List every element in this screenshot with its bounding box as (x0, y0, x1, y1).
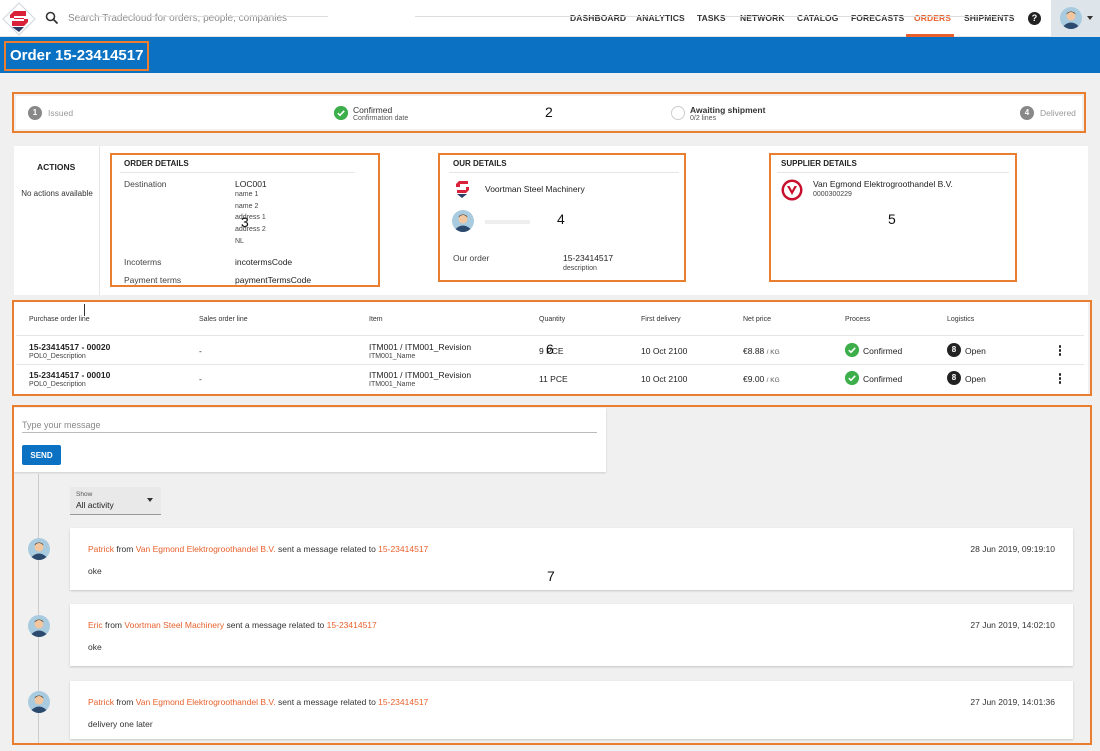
search-icon[interactable] (45, 11, 59, 25)
profile-menu[interactable] (1051, 0, 1100, 37)
nav-analytics[interactable]: ANALYTICS (636, 13, 685, 23)
nav-network[interactable]: NETWORK (740, 13, 785, 23)
chevron-down-icon[interactable] (1087, 16, 1093, 20)
page-title: Order 15-23414517 (4, 41, 150, 71)
tradecloud-logo[interactable] (2, 2, 36, 36)
user-avatar-icon[interactable] (1060, 7, 1082, 29)
annotation-number: 7 (547, 568, 555, 584)
actions-title: ACTIONS (37, 162, 76, 172)
top-navigation-bar: DASHBOARD ANALYTICS TASKS NETWORK CATALO… (0, 0, 1100, 37)
nav-forecasts[interactable]: FORECASTS (851, 13, 904, 23)
annotation-number: 2 (545, 104, 553, 120)
annotation-number: 4 (557, 211, 565, 227)
help-icon[interactable]: ? (1028, 12, 1041, 25)
annotation-number: 5 (888, 211, 896, 227)
actions-empty-text: No actions available (21, 189, 93, 198)
actions-panel: ACTIONS No actions available (14, 146, 100, 295)
nav-orders[interactable]: ORDERS (914, 13, 951, 23)
annotation-number: 3 (241, 214, 249, 230)
nav-shipments[interactable]: SHIPMENTS (964, 13, 1015, 23)
progress-connector (78, 16, 328, 17)
order-title-bar: Order 15-23414517 (0, 37, 1100, 73)
annotation-number: 6 (546, 341, 554, 357)
progress-connector (415, 16, 665, 17)
nav-tasks[interactable]: TASKS (697, 13, 726, 23)
nav-dashboard[interactable]: DASHBOARD (570, 13, 626, 23)
progress-connector (720, 16, 1015, 17)
search-input[interactable] (68, 11, 368, 25)
nav-catalog[interactable]: CATALOG (797, 13, 838, 23)
